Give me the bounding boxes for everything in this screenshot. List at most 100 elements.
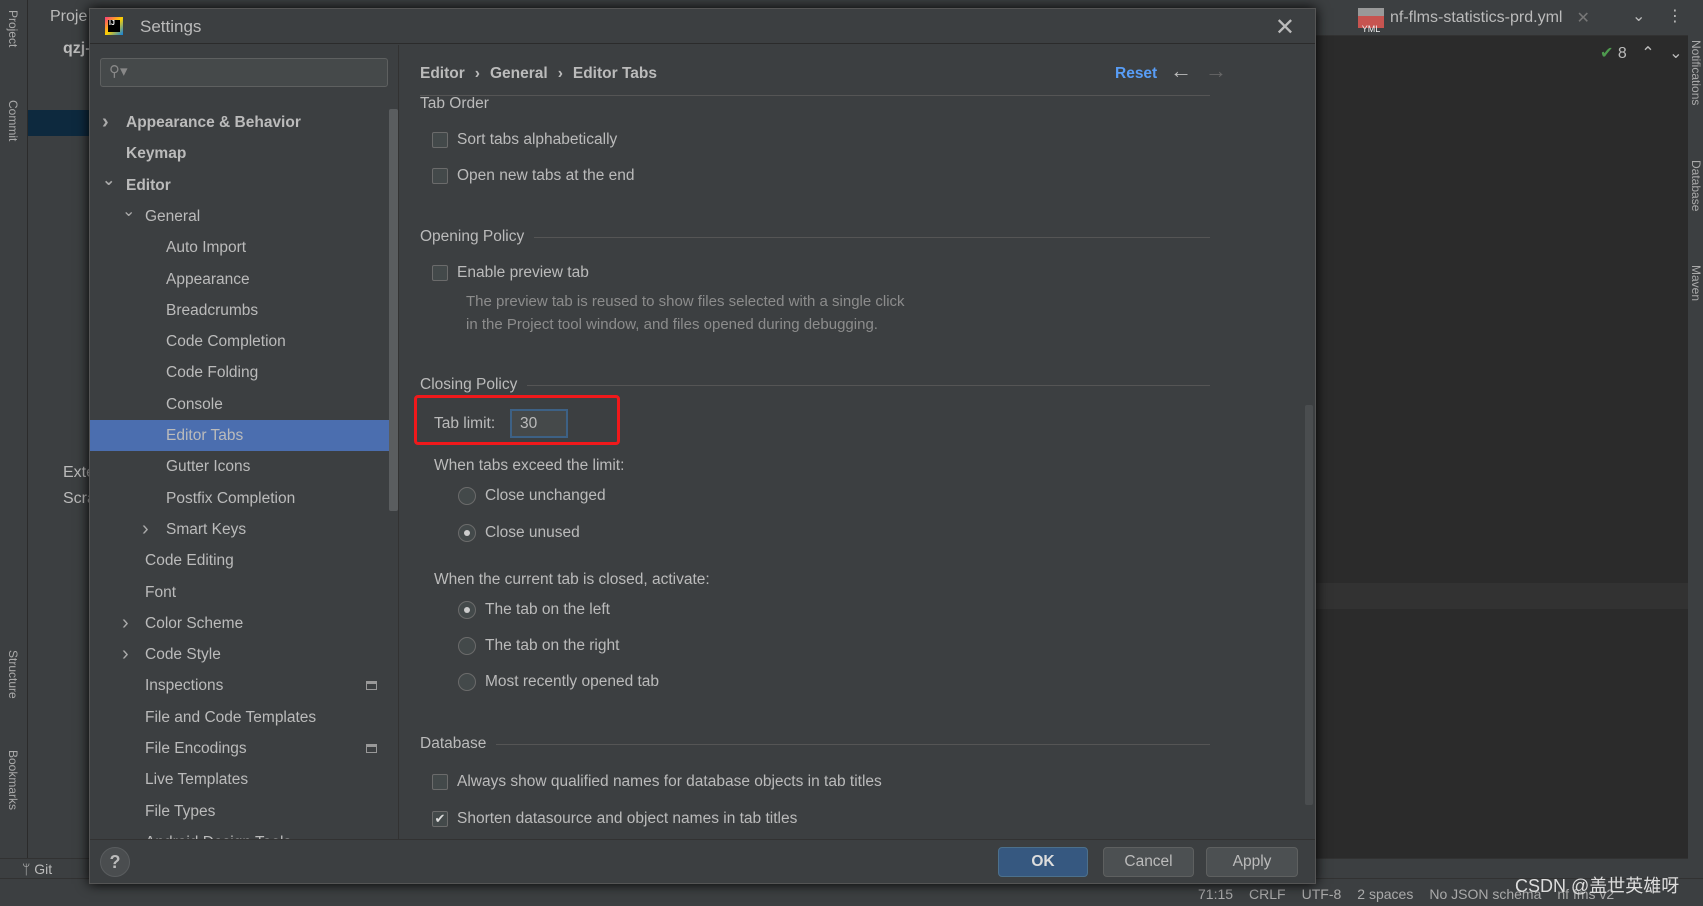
tab-left-radio[interactable]: The tab on the left [458, 601, 610, 619]
sidebar-item-editor-tabs[interactable]: Editor Tabs [90, 420, 389, 451]
line-separator[interactable]: CRLF [1249, 886, 1286, 902]
qualified-names-checkbox[interactable]: Always show qualified names for database… [432, 773, 882, 791]
sidebar-item-breadcrumbs[interactable]: Breadcrumbs [90, 295, 389, 326]
checkbox[interactable] [432, 168, 448, 184]
notifications-tool-button[interactable]: Notifications [1689, 40, 1703, 105]
tab-list-chevron-icon[interactable]: ⌄ [1632, 6, 1645, 26]
chevron-right-icon[interactable]: › [102, 107, 109, 138]
project-tool-button[interactable]: Project [6, 10, 20, 47]
sidebar-item-appearance-behavior[interactable]: › Appearance & Behavior [90, 107, 389, 138]
most-recent-radio[interactable]: Most recently opened tab [458, 673, 659, 691]
tab-right-radio[interactable]: The tab on the right [458, 637, 619, 655]
close-unchanged-radio[interactable]: Close unchanged [458, 487, 606, 505]
database-tool-button[interactable]: Database [1689, 160, 1703, 211]
close-tab-icon[interactable]: ✕ [1576, 8, 1589, 28]
checkbox[interactable] [432, 265, 448, 281]
chevron-down-icon[interactable]: ⌄ [122, 196, 135, 227]
sidebar-item-label: Font [145, 583, 177, 601]
sidebar-item-gutter-icons[interactable]: Gutter Icons [90, 451, 389, 482]
sidebar-item-code-style[interactable]: › Code Style [90, 639, 389, 670]
project-root[interactable]: qzj- [63, 40, 91, 58]
reset-link[interactable]: Reset [1115, 65, 1157, 83]
sidebar-item-android-design-tools[interactable]: Android Design Tools [90, 827, 389, 839]
breadcrumb-editor[interactable]: Editor [420, 65, 465, 83]
ok-button[interactable]: OK [998, 847, 1088, 877]
open-at-end-checkbox[interactable]: Open new tabs at the end [432, 167, 635, 185]
sidebar-item-auto-import[interactable]: Auto Import [90, 232, 389, 263]
sidebar-item-general[interactable]: ⌄ General [90, 201, 389, 232]
sidebar-item-file-and-code-templates[interactable]: File and Code Templates [90, 702, 389, 733]
sort-alphabetically-checkbox[interactable]: Sort tabs alphabetically [432, 131, 617, 149]
chevron-right-icon[interactable]: › [122, 639, 129, 670]
indent[interactable]: 2 spaces [1357, 886, 1413, 902]
right-tool-strip: Notifications Database Maven [1688, 0, 1703, 906]
file-encoding[interactable]: UTF-8 [1302, 886, 1342, 902]
exceed-label: When tabs exceed the limit: [434, 457, 625, 474]
editor-tab[interactable]: YML nf-flms-statistics-prd.yml ✕ [1358, 8, 1590, 34]
chevron-right-icon: › [557, 65, 563, 82]
cancel-button[interactable]: Cancel [1103, 847, 1194, 877]
dialog-title: Settings [140, 17, 202, 36]
inspection-widget[interactable]: ✔ 8 ⌃ ⌄ [1600, 43, 1682, 63]
radio[interactable] [458, 601, 476, 619]
dialog-footer: ? OK Cancel Apply [90, 839, 1315, 883]
apply-button[interactable]: Apply [1206, 847, 1298, 877]
back-arrow-icon[interactable]: ← [1170, 58, 1192, 84]
more-icon[interactable]: ⋮ [1667, 6, 1683, 26]
sidebar-item-label: File Types [145, 802, 216, 820]
sidebar-item-label: Auto Import [166, 239, 247, 257]
chevron-right-icon[interactable]: › [142, 514, 149, 545]
sidebar-item-color-scheme[interactable]: › Color Scheme [90, 608, 389, 639]
sidebar-item-console[interactable]: Console [90, 389, 389, 420]
structure-tool-button[interactable]: Structure [6, 650, 20, 699]
sidebar-item-smart-keys[interactable]: › Smart Keys [90, 514, 389, 545]
sidebar-item-live-templates[interactable]: Live Templates [90, 764, 389, 795]
checkbox[interactable]: ✔ [432, 811, 448, 827]
git-tool-button[interactable]: ᛘ Git [22, 861, 52, 877]
content-scrollbar[interactable] [1305, 405, 1313, 805]
sidebar-item-appearance[interactable]: Appearance [90, 264, 389, 295]
radio[interactable] [458, 637, 476, 655]
sidebar-item-inspections[interactable]: Inspections [90, 670, 389, 701]
chevron-down-icon[interactable]: ⌄ [1669, 45, 1682, 62]
close-dialog-button[interactable]: ✕ [1275, 13, 1295, 42]
sidebar-scrollbar[interactable] [389, 109, 398, 511]
settings-sidebar: ⚲▾ › Appearance & Behavior Keymap ⌄ Editor ⌄ G… [90, 45, 399, 839]
project-settings-icon [366, 744, 377, 753]
yml-file-icon: YML [1358, 8, 1384, 34]
sidebar-item-code-folding[interactable]: Code Folding [90, 357, 389, 388]
sidebar-item-label: Live Templates [145, 771, 249, 789]
radio[interactable] [458, 673, 476, 691]
sidebar-item-keymap[interactable]: Keymap [90, 138, 389, 169]
radio[interactable] [458, 487, 476, 505]
chevron-up-icon[interactable]: ⌃ [1641, 45, 1654, 62]
sidebar-item-file-encodings[interactable]: File Encodings [90, 733, 389, 764]
shorten-names-checkbox[interactable]: ✔ Shorten datasource and object names in … [432, 810, 797, 828]
sidebar-item-label: Appearance & Behavior [126, 114, 301, 131]
chevron-down-icon[interactable]: ⌄ [102, 165, 115, 196]
project-tab[interactable]: Proje [50, 8, 87, 26]
forward-arrow-icon[interactable]: → [1205, 58, 1227, 84]
caret-position[interactable]: 71:15 [1198, 886, 1233, 902]
sidebar-item-code-completion[interactable]: Code Completion [90, 326, 389, 357]
sidebar-item-label: Code Completion [166, 333, 286, 351]
radio[interactable] [458, 524, 476, 542]
tab-limit-input[interactable] [510, 409, 568, 438]
checkbox[interactable] [432, 774, 448, 790]
activate-label: When the current tab is closed, activate… [434, 571, 710, 588]
settings-search-input[interactable]: ⚲▾ [100, 58, 388, 87]
commit-tool-button[interactable]: Commit [6, 100, 20, 141]
chevron-right-icon[interactable]: › [122, 608, 129, 639]
sidebar-item-label: Editor Tabs [166, 427, 244, 444]
close-unused-radio[interactable]: Close unused [458, 524, 580, 542]
sidebar-item-code-editing[interactable]: Code Editing [90, 545, 389, 576]
bookmarks-tool-button[interactable]: Bookmarks [6, 750, 20, 810]
sidebar-item-font[interactable]: Font [90, 577, 389, 608]
maven-tool-button[interactable]: Maven [1689, 265, 1703, 301]
checkbox[interactable] [432, 132, 448, 148]
breadcrumb-general[interactable]: General [490, 65, 548, 83]
help-button[interactable]: ? [100, 847, 130, 877]
enable-preview-checkbox[interactable]: Enable preview tab [432, 264, 589, 282]
sidebar-item-file-types[interactable]: File Types [90, 796, 389, 827]
sidebar-item-postfix-completion[interactable]: Postfix Completion [90, 483, 389, 514]
